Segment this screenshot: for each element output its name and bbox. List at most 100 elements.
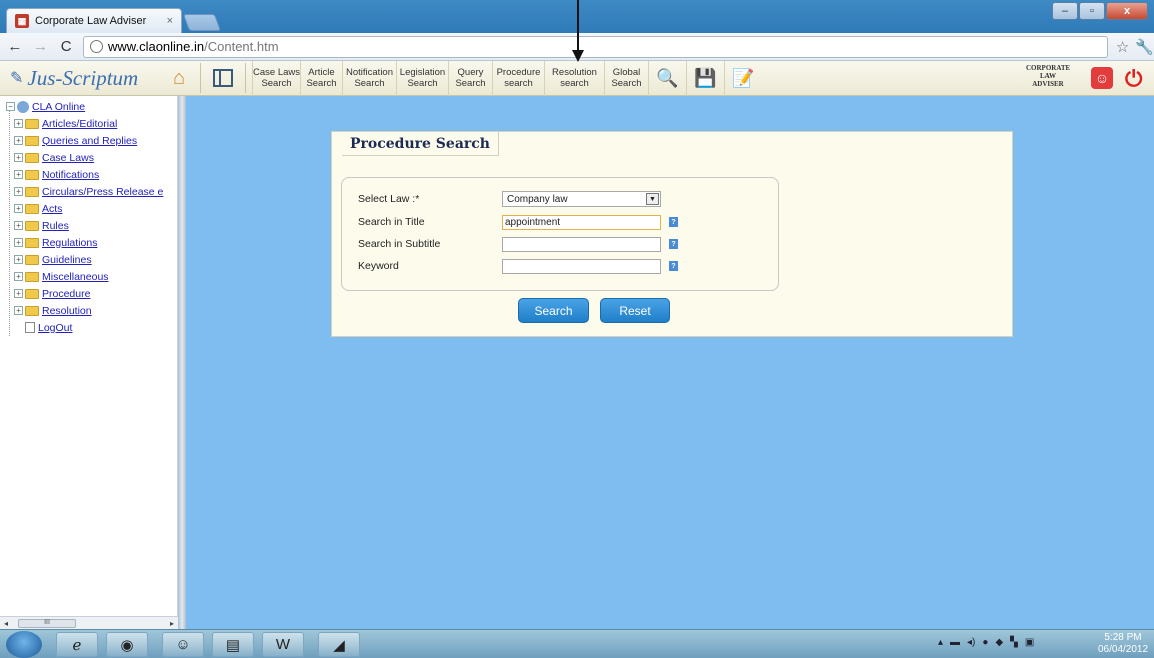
scroll-thumb[interactable]: III <box>18 618 76 628</box>
expand-icon[interactable]: + <box>14 170 23 179</box>
expand-icon[interactable]: + <box>14 204 23 213</box>
search-button[interactable]: Search <box>518 298 589 323</box>
collapse-icon[interactable]: − <box>6 102 15 111</box>
menu-resolution-search[interactable]: Resolution search <box>544 60 604 96</box>
reload-icon[interactable]: C <box>55 36 77 58</box>
tree-item-label[interactable]: Procedure <box>42 288 90 300</box>
chrome-taskbar-icon[interactable]: ◉ <box>106 632 148 657</box>
explorer-taskbar-icon[interactable]: ▤ <box>212 632 254 657</box>
expand-icon[interactable]: + <box>14 136 23 145</box>
keyword-input[interactable] <box>502 258 661 274</box>
app-taskbar-icon[interactable]: ☺ <box>162 632 204 657</box>
message-icon[interactable]: ▬ <box>950 637 960 648</box>
tree-item-label[interactable]: Acts <box>42 203 62 215</box>
browser-tab[interactable]: ▦ Corporate Law Adviser × <box>6 8 182 33</box>
menu-procedure-search[interactable]: Procedure search <box>492 60 544 96</box>
magnifier-search-icon[interactable]: 🔍 <box>648 60 686 96</box>
device-icon[interactable]: ▣ <box>1025 637 1034 648</box>
subtitle-search-input[interactable] <box>502 236 661 252</box>
help-icon[interactable]: ? <box>669 217 678 227</box>
tree-item-articles[interactable]: + Articles/Editorial <box>0 115 177 132</box>
expand-icon[interactable]: + <box>14 119 23 128</box>
scroll-left-icon[interactable]: ◂ <box>0 619 12 628</box>
menu-global-search[interactable]: Global Search <box>604 60 648 96</box>
tree-item-label[interactable]: Guidelines <box>42 254 92 266</box>
expand-icon[interactable]: + <box>14 221 23 230</box>
bookmark-star-icon[interactable]: ☆ <box>1116 38 1129 56</box>
logout-power-icon[interactable]: ⏻ <box>1125 66 1142 92</box>
expand-icon[interactable]: + <box>14 255 23 264</box>
tree-item-circulars[interactable]: + Circulars/Press Release e <box>0 183 177 200</box>
maximize-button[interactable]: ▫ <box>1079 2 1105 20</box>
tree-item-logout[interactable]: LogOut <box>0 319 177 336</box>
tree-item-label[interactable]: Resolution <box>42 305 92 317</box>
menu-notification-search[interactable]: Notification Search <box>342 60 396 96</box>
edit-document-icon[interactable]: 📝 <box>724 60 762 96</box>
tree-item-miscellaneous[interactable]: + Miscellaneous <box>0 268 177 285</box>
tree-item-guidelines[interactable]: + Guidelines <box>0 251 177 268</box>
volume-icon[interactable]: ◂) <box>967 637 975 648</box>
tree-item-notifications[interactable]: + Notifications <box>0 166 177 183</box>
app-taskbar-icon[interactable]: ◢ <box>318 632 360 657</box>
tree-item-label[interactable]: Circulars/Press Release e <box>42 186 163 198</box>
close-window-button[interactable]: x <box>1106 2 1148 20</box>
expand-icon[interactable]: + <box>14 153 23 162</box>
address-bar[interactable]: www.claonline.in/Content.htm <box>83 35 1108 58</box>
back-icon[interactable]: ← <box>4 36 26 58</box>
show-hidden-icons[interactable]: ▴ <box>938 637 943 648</box>
tree-item-acts[interactable]: + Acts <box>0 200 177 217</box>
tree-item-label[interactable]: Notifications <box>42 169 99 181</box>
saved-search-icon[interactable]: 💾 <box>686 60 724 96</box>
menu-article-search[interactable]: Article Search <box>300 60 342 96</box>
tree-item-label[interactable]: Rules <box>42 220 69 232</box>
tree-root[interactable]: − CLA Online <box>0 98 177 115</box>
user-profile-icon[interactable]: ☺ <box>1091 67 1113 89</box>
tree-item-label[interactable]: Miscellaneous <box>42 271 109 283</box>
tree-item-case-laws[interactable]: + Case Laws <box>0 149 177 166</box>
menu-legislation-search[interactable]: Legislation Search <box>396 60 448 96</box>
tree-item-queries[interactable]: + Queries and Replies <box>0 132 177 149</box>
flag-icon[interactable]: ▚ <box>1010 637 1018 648</box>
ie-taskbar-icon[interactable]: ℯ <box>56 632 98 657</box>
tree-horizontal-scrollbar[interactable]: ◂ III ▸ <box>0 616 178 629</box>
page-info-icon[interactable] <box>90 40 104 53</box>
expand-icon[interactable]: + <box>14 238 23 247</box>
expand-icon[interactable]: + <box>14 289 23 298</box>
wrench-menu-icon[interactable]: 🔧 <box>1135 38 1154 56</box>
tree-item-label[interactable]: Regulations <box>42 237 97 249</box>
word-taskbar-icon[interactable]: W <box>262 632 304 657</box>
minimize-button[interactable]: – <box>1052 2 1078 20</box>
pane-splitter[interactable] <box>178 96 186 629</box>
title-search-input[interactable]: appointment <box>502 214 661 230</box>
tree-item-label[interactable]: Case Laws <box>42 152 94 164</box>
home-icon[interactable]: ⌂ <box>164 65 194 91</box>
tree-item-rules[interactable]: + Rules <box>0 217 177 234</box>
menu-case-laws-search[interactable]: Case Laws Search <box>252 60 300 96</box>
tree-item-procedure[interactable]: + Procedure <box>0 285 177 302</box>
expand-icon[interactable]: + <box>14 187 23 196</box>
scroll-right-icon[interactable]: ▸ <box>166 619 178 628</box>
help-icon[interactable]: ? <box>669 261 678 271</box>
expand-icon[interactable]: + <box>14 272 23 281</box>
start-button[interactable] <box>6 631 42 658</box>
system-clock[interactable]: 5:28 PM 06/04/2012 <box>1098 632 1148 656</box>
expand-icon[interactable]: + <box>14 306 23 315</box>
tree-item-label[interactable]: LogOut <box>38 322 72 334</box>
tree-item-resolution[interactable]: + Resolution <box>0 302 177 319</box>
tab-close-icon[interactable]: × <box>167 15 173 27</box>
tree-item-label[interactable]: Queries and Replies <box>42 135 137 147</box>
tree-root-link[interactable]: CLA Online <box>32 101 85 113</box>
reset-button[interactable]: Reset <box>600 298 670 323</box>
tree-item-regulations[interactable]: + Regulations <box>0 234 177 251</box>
cla-favicon-icon: ▦ <box>15 14 29 28</box>
toggle-panel-icon[interactable] <box>213 69 233 87</box>
tree-item-label[interactable]: Articles/Editorial <box>42 118 117 130</box>
chevron-down-icon[interactable]: ▼ <box>646 193 659 205</box>
forward-icon[interactable]: → <box>30 36 52 58</box>
alert-icon[interactable]: ◆ <box>995 637 1003 648</box>
menu-query-search[interactable]: Query Search <box>448 60 492 96</box>
law-select[interactable]: Company law ▼ <box>502 191 661 207</box>
network-icon[interactable]: ● <box>982 637 988 648</box>
new-tab-button[interactable] <box>182 14 222 31</box>
help-icon[interactable]: ? <box>669 239 678 249</box>
